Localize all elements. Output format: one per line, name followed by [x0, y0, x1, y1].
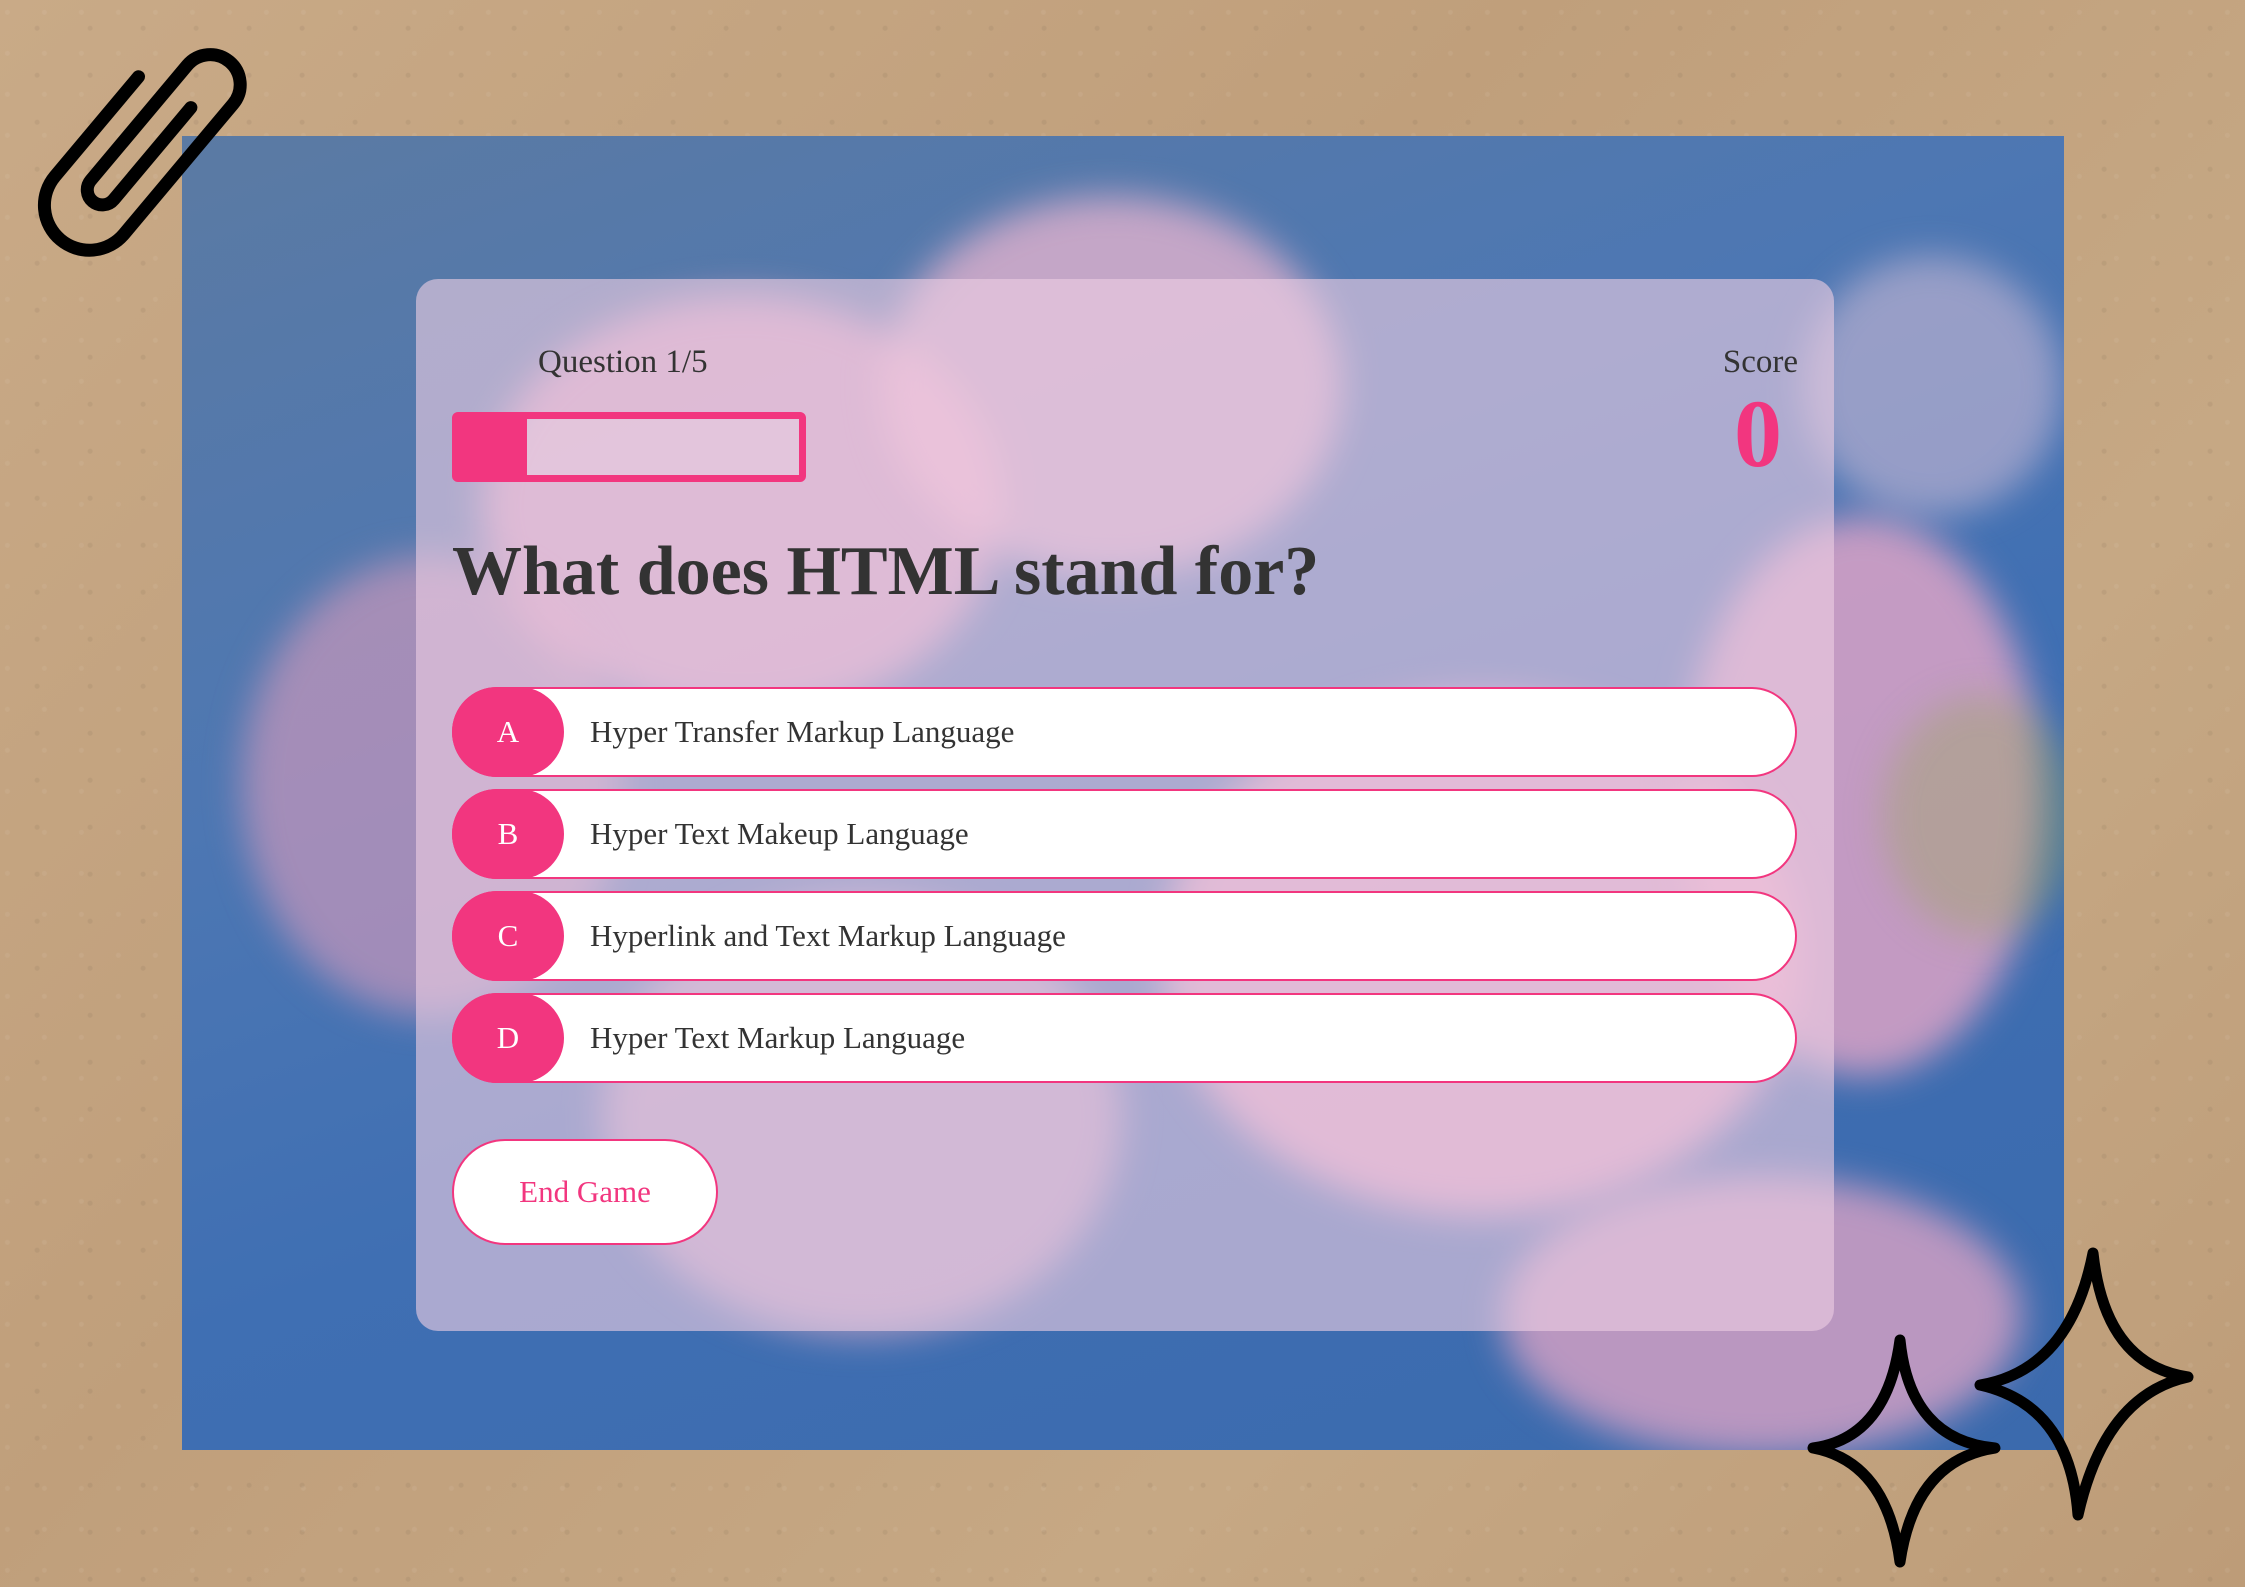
answer-options: A Hyper Transfer Markup Language B Hyper…	[452, 687, 1797, 1095]
progress-fill	[459, 419, 527, 475]
progress-bar	[452, 412, 806, 482]
option-text: Hyper Text Makeup Language	[590, 816, 969, 851]
question-counter: Question 1/5	[538, 344, 708, 380]
option-a[interactable]: A Hyper Transfer Markup Language	[452, 687, 1797, 777]
sparkle-icon	[1807, 1334, 2001, 1568]
paperclip-icon	[37, 48, 247, 257]
option-text: Hyper Text Markup Language	[590, 1020, 966, 1055]
option-c[interactable]: C Hyperlink and Text Markup Language	[452, 891, 1797, 981]
option-letter: A	[452, 687, 564, 777]
option-letter: C	[452, 891, 564, 981]
option-letter: D	[452, 993, 564, 1083]
option-text: Hyperlink and Text Markup Language	[590, 918, 1066, 953]
option-letter: B	[452, 789, 564, 879]
score-label: Score	[1722, 344, 1798, 380]
option-text: Hyper Transfer Markup Language	[590, 714, 1015, 749]
end-game-button[interactable]: End Game	[452, 1139, 718, 1245]
question-text: What does HTML stand for?	[452, 533, 1320, 610]
option-d[interactable]: D Hyper Text Markup Language	[452, 993, 1797, 1083]
score-value: 0	[1734, 380, 1782, 487]
option-b[interactable]: B Hyper Text Makeup Language	[452, 789, 1797, 879]
